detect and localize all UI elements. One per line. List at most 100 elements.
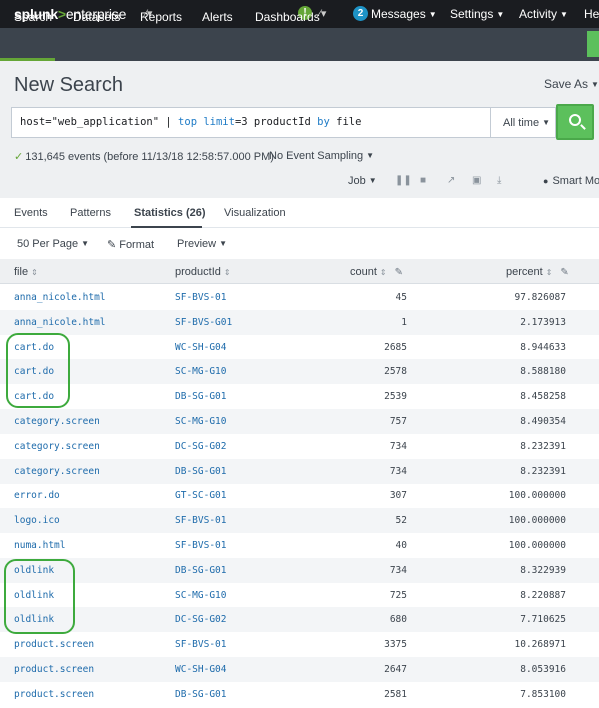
- cell-productid[interactable]: SF-BVS-01: [175, 515, 226, 526]
- pencil-icon[interactable]: ✎: [560, 267, 568, 278]
- table-row[interactable]: oldlink DB-SG-G01 734 8.322939: [0, 557, 599, 583]
- table-row[interactable]: category.screen SC-MG-G10 757 8.490354: [0, 409, 599, 434]
- table-row[interactable]: product.screen WC-SH-G04 2647 8.053916: [0, 657, 599, 682]
- nav-search[interactable]: Search: [14, 10, 52, 24]
- cell-count[interactable]: 725: [390, 590, 407, 601]
- cell-productid[interactable]: DB-SG-G01: [175, 391, 226, 402]
- tab-statistics[interactable]: Statistics (26): [134, 207, 206, 219]
- cell-percent[interactable]: 8.220887: [520, 590, 566, 601]
- table-row[interactable]: numa.html SF-BVS-01 40 100.000000: [0, 533, 599, 558]
- table-row[interactable]: anna_nicole.html SF-BVS-G01 1 2.173913: [0, 309, 599, 335]
- table-row[interactable]: cart.do DB-SG-G01 2539 8.458258: [0, 384, 599, 409]
- cell-percent[interactable]: 7.853100: [520, 689, 566, 700]
- cell-count[interactable]: 2685: [384, 342, 407, 353]
- cell-productid[interactable]: DB-SG-G01: [175, 689, 226, 700]
- cell-percent[interactable]: 8.458258: [520, 391, 566, 402]
- pencil-icon[interactable]: ✎: [395, 267, 403, 278]
- help-menu[interactable]: He: [584, 7, 599, 21]
- cell-productid[interactable]: SF-BVS-01: [175, 639, 226, 650]
- format-button[interactable]: ✎ Format: [107, 238, 154, 251]
- cell-file[interactable]: product.screen: [14, 664, 94, 675]
- nav-alerts[interactable]: Alerts: [202, 10, 233, 24]
- tab-visualization[interactable]: Visualization: [224, 207, 286, 219]
- cell-percent[interactable]: 100.000000: [509, 490, 566, 501]
- cell-productid[interactable]: SC-MG-G10: [175, 590, 226, 601]
- nav-dashboards[interactable]: Dashboards: [255, 10, 320, 24]
- per-page-dropdown[interactable]: 50 Per Page ▼: [17, 238, 89, 250]
- share-icon[interactable]: ↗: [447, 175, 455, 186]
- nav-reports[interactable]: Reports: [140, 10, 182, 24]
- cell-count[interactable]: 45: [396, 292, 407, 303]
- cell-percent[interactable]: 100.000000: [509, 540, 566, 551]
- table-row[interactable]: anna_nicole.html SF-BVS-01 45 97.826087: [0, 285, 599, 310]
- column-header-file[interactable]: file ⇕: [14, 266, 38, 278]
- cell-count[interactable]: 1: [401, 317, 407, 328]
- nav-datasets[interactable]: Datasets: [73, 10, 120, 24]
- settings-menu[interactable]: Settings ▼: [450, 7, 504, 21]
- messages-menu[interactable]: Messages ▼: [371, 7, 437, 21]
- messages-count-badge[interactable]: 2: [353, 6, 368, 21]
- cell-count[interactable]: 307: [390, 490, 407, 501]
- cell-percent[interactable]: 100.000000: [509, 515, 566, 526]
- table-row[interactable]: error.do GT-SC-G01 307 100.000000: [0, 483, 599, 508]
- cell-count[interactable]: 40: [396, 540, 407, 551]
- cell-count[interactable]: 680: [390, 614, 407, 625]
- table-row[interactable]: cart.do SC-MG-G10 2578 8.588180: [0, 359, 599, 385]
- cell-file[interactable]: product.screen: [14, 689, 94, 700]
- table-row[interactable]: product.screen SF-BVS-01 3375 10.268971: [0, 632, 599, 657]
- cell-percent[interactable]: 10.268971: [515, 639, 566, 650]
- cell-productid[interactable]: SF-BVS-01: [175, 292, 226, 303]
- cell-percent[interactable]: 8.944633: [520, 342, 566, 353]
- cell-productid[interactable]: DB-SG-G01: [175, 565, 226, 576]
- cell-percent[interactable]: 8.232391: [520, 466, 566, 477]
- cell-productid[interactable]: SC-MG-G10: [175, 416, 226, 427]
- table-row[interactable]: category.screen DB-SG-G01 734 8.232391: [0, 458, 599, 484]
- cell-count[interactable]: 734: [390, 565, 407, 576]
- cell-file[interactable]: anna_nicole.html: [14, 292, 106, 303]
- cell-file[interactable]: anna_nicole.html: [14, 317, 106, 328]
- save-as-menu[interactable]: Save As ▼: [544, 77, 599, 91]
- time-range-picker[interactable]: All time ▼: [490, 107, 556, 138]
- health-caret-icon[interactable]: ⁄▾: [319, 7, 326, 20]
- table-row[interactable]: category.screen DC-SG-G02 734 8.232391: [0, 434, 599, 459]
- table-row[interactable]: logo.ico SF-BVS-01 52 100.000000: [0, 508, 599, 534]
- job-menu[interactable]: Job ▼: [348, 175, 377, 187]
- cell-file[interactable]: product.screen: [14, 639, 94, 650]
- cell-file[interactable]: category.screen: [14, 441, 100, 452]
- column-header-count[interactable]: count ⇕ ✎: [350, 266, 403, 278]
- cell-productid[interactable]: SC-MG-G10: [175, 366, 226, 377]
- cell-file[interactable]: category.screen: [14, 416, 100, 427]
- print-icon[interactable]: ▣: [472, 175, 481, 186]
- cell-count[interactable]: 2647: [384, 664, 407, 675]
- search-button[interactable]: [556, 104, 594, 140]
- cell-productid[interactable]: DB-SG-G01: [175, 466, 226, 477]
- cell-productid[interactable]: WC-SH-G04: [175, 664, 226, 675]
- cell-file[interactable]: numa.html: [14, 540, 65, 551]
- table-row[interactable]: oldlink SC-MG-G10 725 8.220887: [0, 583, 599, 608]
- preview-dropdown[interactable]: Preview ▼: [177, 238, 227, 250]
- cell-productid[interactable]: DC-SG-G02: [175, 441, 226, 452]
- cell-count[interactable]: 2539: [384, 391, 407, 402]
- cell-productid[interactable]: SF-BVS-01: [175, 540, 226, 551]
- cell-count[interactable]: 734: [390, 441, 407, 452]
- table-row[interactable]: oldlink DC-SG-G02 680 7.710625: [0, 607, 599, 633]
- cell-file[interactable]: error.do: [14, 490, 60, 501]
- tab-patterns[interactable]: Patterns: [70, 207, 111, 219]
- activity-menu[interactable]: Activity ▼: [519, 7, 568, 21]
- cell-productid[interactable]: DC-SG-G02: [175, 614, 226, 625]
- cell-percent[interactable]: 8.490354: [520, 416, 566, 427]
- cell-count[interactable]: 2578: [384, 366, 407, 377]
- cell-productid[interactable]: GT-SC-G01: [175, 490, 226, 501]
- cell-count[interactable]: 3375: [384, 639, 407, 650]
- app-logo-icon[interactable]: [587, 31, 599, 57]
- cell-percent[interactable]: 8.588180: [520, 366, 566, 377]
- table-row[interactable]: cart.do WC-SH-G04 2685 8.944633: [0, 335, 599, 360]
- cell-percent[interactable]: 7.710625: [520, 614, 566, 625]
- cell-count[interactable]: 52: [396, 515, 407, 526]
- cell-productid[interactable]: WC-SH-G04: [175, 342, 226, 353]
- column-header-percent[interactable]: percent ⇕ ✎: [506, 266, 569, 278]
- cell-file[interactable]: category.screen: [14, 466, 100, 477]
- cell-file[interactable]: logo.ico: [14, 515, 60, 526]
- column-header-productid[interactable]: productId ⇕: [175, 266, 231, 278]
- cell-percent[interactable]: 8.322939: [520, 565, 566, 576]
